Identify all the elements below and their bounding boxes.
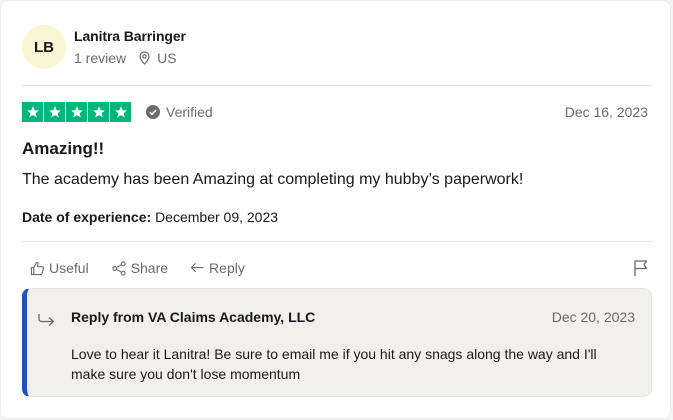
review-date: Dec 16, 2023 <box>564 104 648 120</box>
useful-button[interactable]: Useful <box>30 260 89 276</box>
star-rating <box>22 102 131 122</box>
thumbs-up-icon <box>30 261 45 275</box>
star-icon <box>22 102 43 122</box>
reply-date: Dec 20, 2023 <box>551 309 635 325</box>
reply-text: Love to hear it Lanitra! Be sure to emai… <box>71 346 597 382</box>
share-icon <box>112 260 126 276</box>
review-body: The academy has been Amazing at completi… <box>22 171 524 188</box>
star-icon <box>88 102 109 122</box>
experience-date: Date of experience: December 09, 2023 <box>22 209 278 225</box>
useful-label: Useful <box>49 260 89 276</box>
reply-arrow-icon <box>190 262 204 273</box>
review-actions: Useful Share Reply <box>30 260 267 276</box>
review-count: 1 review <box>74 50 127 66</box>
reply-label: Reply <box>209 260 245 276</box>
flag-icon <box>634 260 648 276</box>
reviewer-country: US <box>157 50 177 66</box>
company-reply: Reply from VA Claims Academy, LLC Dec 20… <box>22 288 652 397</box>
share-button[interactable]: Share <box>111 260 168 276</box>
verified-check-icon <box>146 105 160 119</box>
review-card: LB Lanitra Barringer 1 review US Verifie… <box>0 0 671 419</box>
divider <box>22 241 652 242</box>
star-icon <box>110 102 131 122</box>
review-title[interactable]: Amazing!! <box>22 139 104 159</box>
reply-from: Reply from VA Claims Academy, LLC <box>71 309 316 325</box>
experience-label: Date of experience: <box>22 209 152 225</box>
avatar[interactable]: LB <box>22 25 66 69</box>
reply-icon <box>38 310 56 331</box>
divider <box>22 85 652 86</box>
location-pin-icon <box>138 51 151 65</box>
report-flag-button[interactable] <box>633 259 649 282</box>
verified-badge[interactable]: Verified <box>146 104 213 120</box>
star-icon <box>66 102 87 122</box>
reviewer-name[interactable]: Lanitra Barringer <box>74 28 186 44</box>
verified-label: Verified <box>166 104 213 120</box>
experience-value: December 09, 2023 <box>155 209 279 225</box>
share-label: Share <box>130 260 169 276</box>
reply-button[interactable]: Reply <box>190 260 245 276</box>
star-icon <box>44 102 65 122</box>
reviewer-meta: 1 review US <box>74 50 177 66</box>
